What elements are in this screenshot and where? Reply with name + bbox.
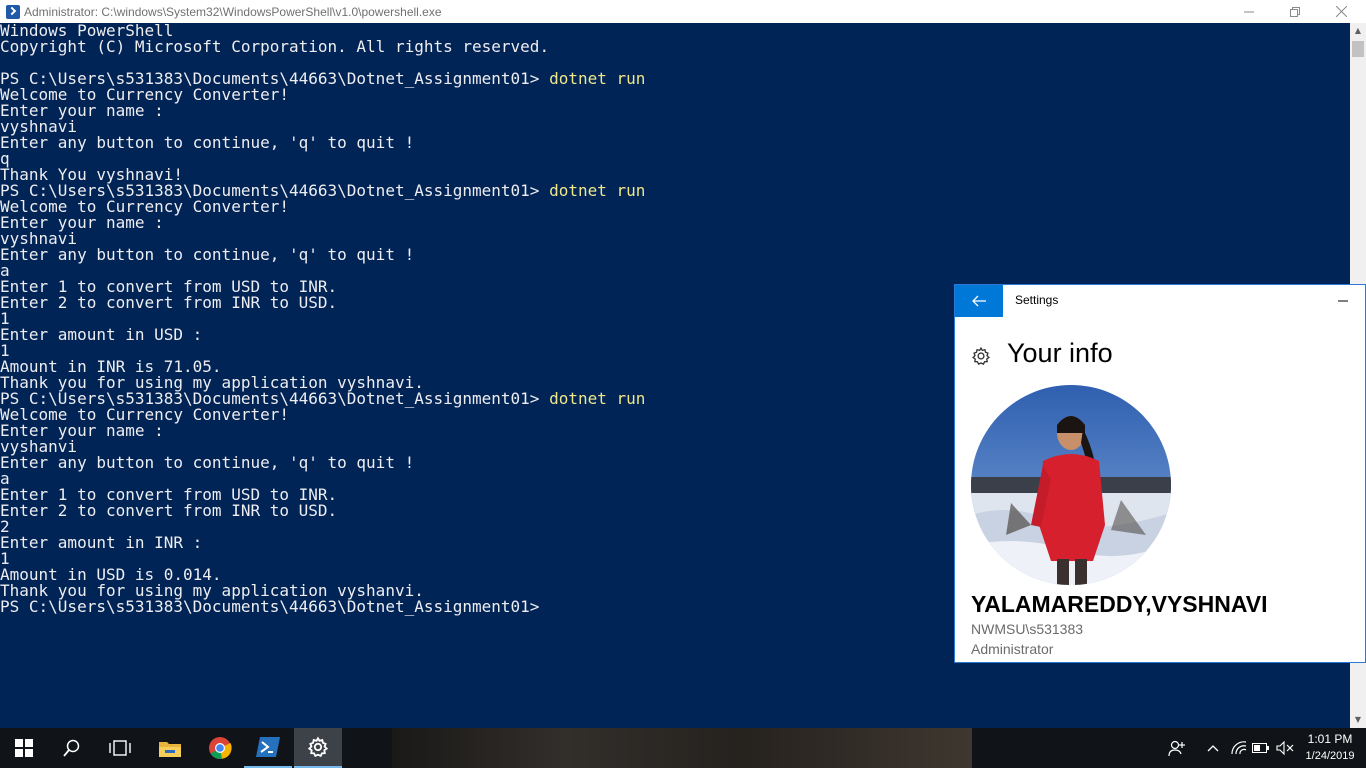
file-explorer-icon <box>159 742 181 757</box>
back-arrow-icon <box>972 295 986 307</box>
battery-button[interactable] <box>1250 728 1272 768</box>
clock-time: 1:01 PM <box>1307 732 1353 746</box>
search-icon <box>63 739 80 757</box>
console-line: Enter any button to continue, 'q' to qui… <box>0 135 1350 151</box>
user-account: NWMSU\s531383 <box>971 621 1084 637</box>
powershell-icon <box>6 4 20 19</box>
console-line-text: Enter any button to continue, 'q' to qui… <box>0 133 415 152</box>
restore-icon <box>1290 6 1300 17</box>
user-role: Administrator <box>971 641 1054 657</box>
wifi-icon <box>1231 741 1247 755</box>
powershell-title-bar[interactable]: Administrator: C:\windows\System32\Windo… <box>0 0 1366 23</box>
console-command: dotnet run <box>549 181 646 200</box>
scroll-down-arrow-icon[interactable]: ▼ <box>1350 712 1366 728</box>
start-button[interactable] <box>0 728 48 768</box>
volume-button[interactable] <box>1274 728 1296 768</box>
console-line: Copyright (C) Microsoft Corporation. All… <box>0 39 1350 55</box>
console-line: Welcome to Currency Converter! <box>0 87 1350 103</box>
back-button[interactable] <box>955 285 1003 317</box>
scroll-thumb[interactable] <box>1352 41 1364 57</box>
console-line: Welcome to Currency Converter! <box>0 199 1350 215</box>
powershell-icon <box>256 737 280 757</box>
minimize-icon <box>1244 11 1254 12</box>
show-hidden-icons-button[interactable] <box>1202 728 1224 768</box>
settings-title: Settings <box>1015 293 1059 307</box>
task-view-button[interactable] <box>96 728 144 768</box>
window-title: Administrator: C:\windows\System32\Windo… <box>24 4 442 19</box>
console-line-text: PS C:\Users\s531383\Documents\44663\Dotn… <box>0 597 540 616</box>
chevron-up-icon <box>1207 745 1219 752</box>
gear-icon <box>972 346 990 365</box>
chrome-button[interactable] <box>196 728 244 768</box>
minimize-button[interactable] <box>1226 0 1272 23</box>
close-icon <box>1335 6 1347 17</box>
network-button[interactable] <box>1228 728 1250 768</box>
chrome-icon <box>209 737 232 759</box>
console-line-text: Enter amount in INR : <box>0 533 203 552</box>
console-command: dotnet run <box>549 389 646 408</box>
console-line-text: Enter 2 to convert from INR to USD. <box>0 501 338 520</box>
taskbar-wallpaper-strip <box>392 728 972 768</box>
search-button[interactable] <box>48 728 96 768</box>
avatar[interactable] <box>971 385 1171 585</box>
clock[interactable]: 1:01 PM 1/24/2019 <box>1300 731 1360 765</box>
powershell-taskbar-button[interactable] <box>244 728 292 768</box>
page-title: Your info <box>1007 338 1113 368</box>
people-icon[interactable] <box>1166 728 1188 768</box>
console-command: dotnet run <box>549 69 646 88</box>
settings-taskbar-button[interactable] <box>294 728 342 768</box>
scroll-up-arrow-icon[interactable]: ▲ <box>1350 23 1366 39</box>
people-glyph-icon <box>1168 740 1185 757</box>
console-line: Enter your name : <box>0 215 1350 231</box>
console-line-text: Copyright (C) Microsoft Corporation. All… <box>0 37 550 56</box>
task-view-icon <box>109 740 131 756</box>
battery-icon <box>1252 743 1269 753</box>
console-line-text: Enter any button to continue, 'q' to qui… <box>0 453 415 472</box>
user-full-name: YALAMAREDDY,VYSHNAVI <box>971 591 1268 617</box>
windows-start-icon <box>15 739 33 757</box>
settings-window: Settings Your info YALAMAREDDY,VYSHNAVI … <box>954 284 1366 663</box>
profile-photo <box>971 385 1171 585</box>
console-line: Enter any button to continue, 'q' to qui… <box>0 247 1350 263</box>
console-line: q <box>0 151 1350 167</box>
volume-muted-icon <box>1276 741 1294 755</box>
settings-gear-icon <box>307 736 329 758</box>
clock-date: 1/24/2019 <box>1305 750 1355 762</box>
console-line-text: Enter amount in USD : <box>0 325 203 344</box>
console-line: Enter your name : <box>0 103 1350 119</box>
settings-title-bar[interactable]: Settings <box>955 285 1365 317</box>
restore-button[interactable] <box>1272 0 1318 23</box>
close-button[interactable] <box>1318 0 1364 23</box>
minimize-icon <box>1338 300 1348 302</box>
settings-minimize-button[interactable] <box>1321 285 1365 317</box>
file-explorer-button[interactable] <box>146 728 194 768</box>
taskbar: 1:01 PM 1/24/2019 <box>0 728 1366 768</box>
console-line-text: Enter any button to continue, 'q' to qui… <box>0 245 415 264</box>
console-line-text: Enter 2 to convert from INR to USD. <box>0 293 338 312</box>
